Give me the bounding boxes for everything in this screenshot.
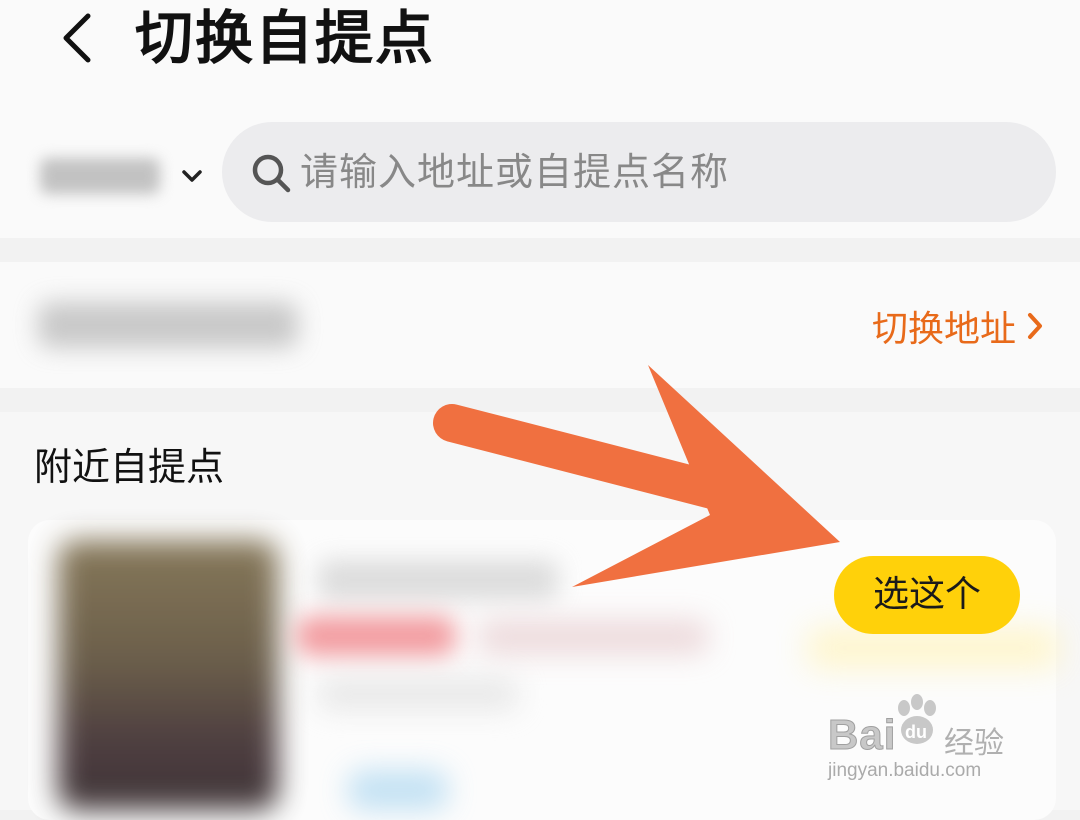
chevron-left-icon[interactable]	[48, 8, 108, 68]
search-placeholder: 请输入地址或自提点名称	[300, 150, 730, 194]
watermark-brand-tail: 经验	[944, 726, 1004, 761]
paw-logo-icon: du	[898, 694, 936, 744]
search-row: 请输入地址或自提点名称	[0, 110, 1080, 238]
button-glow	[808, 628, 1058, 668]
switch-address-link[interactable]: 切换地址	[872, 298, 1046, 354]
page-title: 切换自提点	[135, 4, 436, 72]
section-title: 附近自提点	[34, 445, 225, 489]
svg-text:du: du	[905, 722, 927, 742]
watermark-url: jingyan.baidu.com	[828, 760, 982, 781]
city-name-blurred	[40, 158, 160, 194]
store-thumbnail	[58, 540, 278, 810]
top-bar: 切换自提点	[0, 0, 1080, 110]
store-info-blurred	[478, 620, 708, 654]
chevron-right-icon	[1028, 313, 1042, 339]
store-address-blurred	[318, 678, 518, 710]
search-icon	[252, 154, 291, 193]
select-this-button[interactable]: 选这个	[834, 556, 1020, 634]
watermark-brand: Bai	[827, 711, 897, 758]
store-badge-blurred	[348, 770, 448, 810]
switch-address-label: 切换地址	[871, 309, 1016, 350]
annotation-arrow-icon	[433, 365, 840, 587]
store-tag-blurred	[296, 616, 456, 656]
address-text-blurred	[38, 302, 298, 348]
city-selector[interactable]	[40, 148, 210, 204]
watermark: Bai du 经验 jingyan.baidu.com	[827, 690, 1028, 800]
search-input[interactable]: 请输入地址或自提点名称	[222, 122, 1056, 222]
chevron-down-icon	[182, 170, 202, 182]
